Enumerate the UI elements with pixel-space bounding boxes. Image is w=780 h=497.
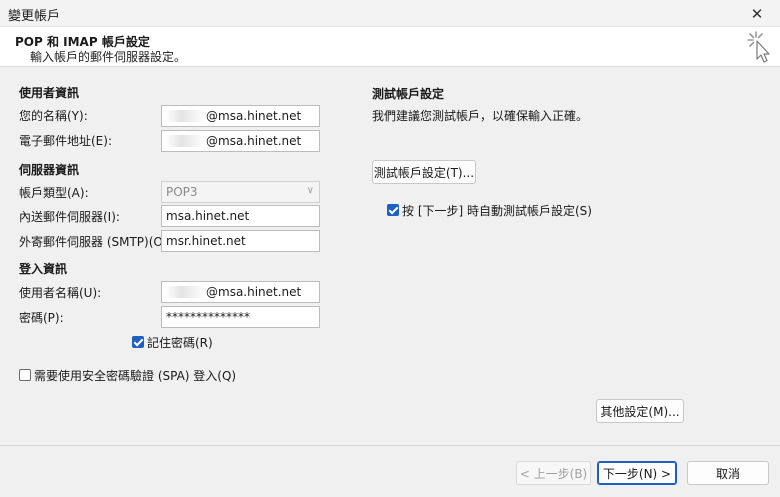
- title-bar: 變更帳戶 ✕: [0, 0, 780, 27]
- test-settings-title: 測試帳戶設定: [372, 87, 445, 101]
- spa-label: 需要使用安全密碼驗證 (SPA) 登入(Q): [34, 369, 237, 383]
- password-field[interactable]: **************: [161, 306, 320, 328]
- email-label: 電子郵件地址(E):: [19, 134, 112, 148]
- name-field[interactable]: @msa.hinet.net: [161, 105, 320, 127]
- password-label: 密碼(P):: [19, 311, 64, 325]
- username-field[interactable]: @msa.hinet.net: [161, 281, 320, 303]
- server-info-title: 伺服器資訊: [19, 163, 80, 177]
- redacted-mask: [166, 286, 204, 298]
- next-button[interactable]: 下一步(N) >: [597, 461, 677, 485]
- outgoing-server-label: 外寄郵件伺服器 (SMTP)(O):: [19, 235, 172, 249]
- spa-checkbox[interactable]: [19, 369, 31, 381]
- email-field[interactable]: @msa.hinet.net: [161, 130, 320, 152]
- username-label: 使用者名稱(U):: [19, 286, 102, 300]
- remember-password-checkbox[interactable]: [132, 336, 144, 348]
- outgoing-server-field[interactable]: msr.hinet.net: [161, 230, 320, 252]
- user-info-title: 使用者資訊: [19, 86, 80, 100]
- redacted-mask: [166, 110, 204, 122]
- account-type-label: 帳戶類型(A):: [19, 186, 89, 200]
- test-account-button[interactable]: 測試帳戶設定(T)...: [372, 160, 476, 184]
- name-label: 您的名稱(Y):: [19, 109, 88, 123]
- incoming-server-field[interactable]: msa.hinet.net: [161, 205, 320, 227]
- window-title: 變更帳戶: [8, 9, 61, 24]
- footer-divider: [0, 445, 780, 446]
- cursor-click-icon: [747, 31, 770, 63]
- page-subtitle: 輸入帳戶的郵件伺服器設定。: [30, 50, 187, 64]
- close-icon[interactable]: ✕: [734, 0, 780, 27]
- back-button[interactable]: < 上一步(B): [516, 461, 591, 485]
- test-description: 我們建議您測試帳戶，以確保輸入正確。: [372, 109, 589, 123]
- incoming-server-label: 內送郵件伺服器(I):: [19, 210, 120, 224]
- cancel-button[interactable]: 取消: [687, 461, 769, 485]
- dialog-header: POP 和 IMAP 帳戶設定 輸入帳戶的郵件伺服器設定。: [0, 27, 780, 67]
- login-info-title: 登入資訊: [19, 262, 68, 276]
- redacted-mask: [166, 135, 204, 147]
- more-settings-button[interactable]: 其他設定(M)...: [596, 399, 684, 423]
- chevron-down-icon: ∨: [306, 185, 314, 196]
- account-type-select: POP3 ∨: [161, 181, 320, 203]
- auto-test-checkbox[interactable]: [387, 204, 399, 216]
- remember-password-label: 記住密碼(R): [147, 336, 213, 350]
- auto-test-label: 按 [下一步] 時自動測試帳戶設定(S): [402, 204, 592, 218]
